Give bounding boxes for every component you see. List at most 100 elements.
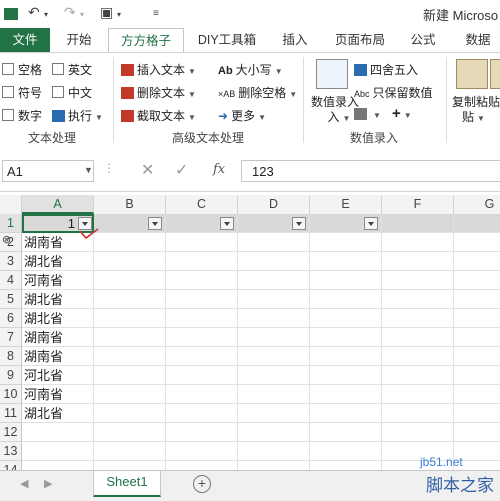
column-header-c[interactable]: C — [166, 195, 238, 214]
formula-input[interactable]: 123 — [241, 160, 500, 182]
select-all-corner[interactable] — [0, 195, 22, 214]
cell-e10[interactable] — [310, 385, 382, 404]
plus-button[interactable]: + ▼ — [392, 105, 412, 122]
cell-a8[interactable]: 湖南省 — [22, 347, 94, 366]
redo-dropdown-icon[interactable]: ▾ — [80, 10, 84, 19]
cell-g9[interactable] — [454, 366, 500, 385]
copy-paste-button[interactable]: 复制粘贴贴 ▼ — [452, 95, 500, 126]
cell-a11[interactable]: 湖北省 — [22, 404, 94, 423]
case-button[interactable]: Ab 大小写 ▼ — [218, 61, 283, 78]
round-button[interactable]: 四舍五入 — [354, 61, 418, 78]
checkbox-number[interactable]: 数字 — [2, 107, 42, 124]
cell-f5[interactable] — [382, 290, 454, 309]
cell-c9[interactable] — [166, 366, 238, 385]
row-header-8[interactable]: 8 — [0, 347, 22, 366]
cell-g3[interactable] — [454, 252, 500, 271]
cell-e11[interactable] — [310, 404, 382, 423]
row-header-9[interactable]: 9 — [0, 366, 22, 385]
cell-e13[interactable] — [310, 442, 382, 461]
cell-e6[interactable] — [310, 309, 382, 328]
column-header-g[interactable]: G — [454, 195, 500, 214]
column-header-d[interactable]: D — [238, 195, 310, 214]
cell-g6[interactable] — [454, 309, 500, 328]
row-header-14[interactable]: 14 — [0, 461, 22, 470]
cell-f8[interactable] — [382, 347, 454, 366]
checkbox-symbol[interactable]: 符号 — [2, 84, 42, 101]
filter-dropdown-d[interactable] — [292, 217, 306, 230]
cell-f3[interactable] — [382, 252, 454, 271]
filter-dropdown-b[interactable] — [148, 217, 162, 230]
keep-value-button[interactable]: Abc 只保留数值 — [354, 84, 433, 101]
tab-diy[interactable]: DIY工具箱 — [190, 28, 264, 52]
cell-f10[interactable] — [382, 385, 454, 404]
cell-g4[interactable] — [454, 271, 500, 290]
cell-e3[interactable] — [310, 252, 382, 271]
cell-c6[interactable] — [166, 309, 238, 328]
value-entry-button[interactable]: 数值录入入 ▼ — [311, 95, 359, 126]
row-header-11[interactable]: 11 — [0, 404, 22, 423]
cell-a2[interactable]: 湖南省 — [22, 233, 94, 252]
row-header-1[interactable]: 1 — [0, 214, 22, 233]
cell-g1[interactable] — [454, 214, 500, 233]
tab-formula[interactable]: 公式 — [402, 28, 444, 52]
cell-f11[interactable] — [382, 404, 454, 423]
cell-c11[interactable] — [166, 404, 238, 423]
cell-d3[interactable] — [238, 252, 310, 271]
undo-icon[interactable]: ↶ — [28, 4, 40, 21]
cell-d4[interactable] — [238, 271, 310, 290]
cell-d12[interactable] — [238, 423, 310, 442]
cell-g11[interactable] — [454, 404, 500, 423]
column-header-f[interactable]: F — [382, 195, 454, 214]
tab-home[interactable]: 开始 — [58, 28, 100, 52]
delete-text-button[interactable]: 删除文本 ▼ — [121, 84, 196, 101]
column-header-e[interactable]: E — [310, 195, 382, 214]
chevron-down-icon[interactable]: ▼ — [84, 165, 93, 175]
cell-d8[interactable] — [238, 347, 310, 366]
cell-e9[interactable] — [310, 366, 382, 385]
cell-a14[interactable] — [22, 461, 94, 470]
cell-b13[interactable] — [94, 442, 166, 461]
checkbox-chinese[interactable]: 中文 — [52, 84, 92, 101]
row-header-4[interactable]: 4 — [0, 271, 22, 290]
cell-b5[interactable] — [94, 290, 166, 309]
cell-e5[interactable] — [310, 290, 382, 309]
cell-d6[interactable] — [238, 309, 310, 328]
cancel-icon[interactable]: ✕ — [141, 160, 154, 180]
cell-c14[interactable] — [166, 461, 238, 470]
cell-b3[interactable] — [94, 252, 166, 271]
row-header-7[interactable]: 7 — [0, 328, 22, 347]
redo-icon[interactable]: ↷ — [64, 4, 76, 21]
cell-f2[interactable] — [382, 233, 454, 252]
cell-f6[interactable] — [382, 309, 454, 328]
cell-e2[interactable] — [310, 233, 382, 252]
extract-text-button[interactable]: 截取文本 ▼ — [121, 107, 196, 124]
cell-b7[interactable] — [94, 328, 166, 347]
cell-e14[interactable] — [310, 461, 382, 470]
fx-icon[interactable]: fx — [213, 162, 225, 177]
column-header-b[interactable]: B — [94, 195, 166, 214]
row-header-10[interactable]: 10 — [0, 385, 22, 404]
row-header-3[interactable]: 3 — [0, 252, 22, 271]
cell-f4[interactable] — [382, 271, 454, 290]
customize-qat-icon[interactable]: ≡ — [153, 8, 159, 19]
enter-icon[interactable]: ✓ — [175, 160, 188, 180]
qat-dropdown-icon[interactable]: ▾ — [117, 10, 121, 19]
cell-c12[interactable] — [166, 423, 238, 442]
tab-file[interactable]: 文件 — [0, 28, 50, 52]
name-box[interactable]: A1 — [2, 160, 94, 182]
cell-d2[interactable] — [238, 233, 310, 252]
cell-f1[interactable] — [382, 214, 454, 233]
cell-d11[interactable] — [238, 404, 310, 423]
cell-c2[interactable] — [166, 233, 238, 252]
more-button[interactable]: ➜ 更多 ▼ — [218, 107, 266, 124]
cell-b14[interactable] — [94, 461, 166, 470]
edit-button[interactable]: ▼ — [354, 107, 381, 121]
cell-a10[interactable]: 河南省 — [22, 385, 94, 404]
cell-g7[interactable] — [454, 328, 500, 347]
cell-e7[interactable] — [310, 328, 382, 347]
cell-d14[interactable] — [238, 461, 310, 470]
cell-d9[interactable] — [238, 366, 310, 385]
checkbox-english[interactable]: 英文 — [52, 61, 92, 78]
cell-b8[interactable] — [94, 347, 166, 366]
checkbox-space[interactable]: 空格 — [2, 61, 42, 78]
